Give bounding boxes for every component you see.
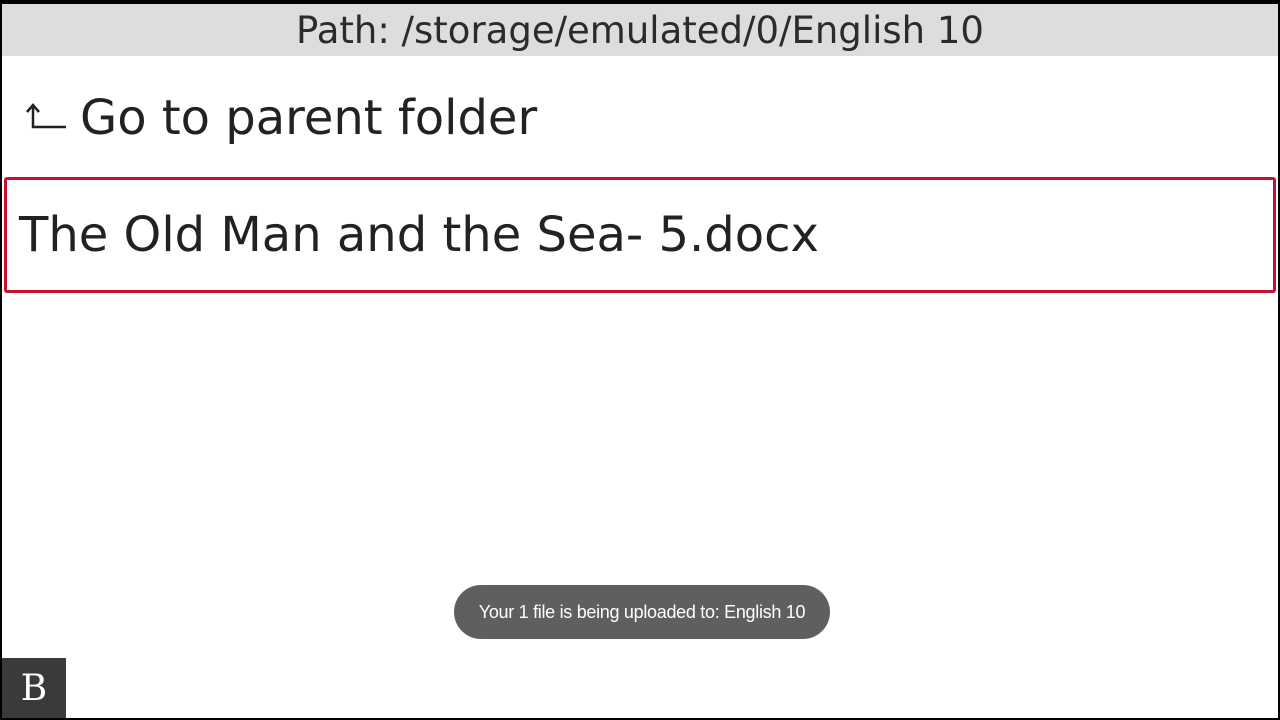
go-to-parent-folder-button[interactable]: Go to parent folder bbox=[2, 72, 1278, 164]
path-label: Path: /storage/emulated/0/English 10 bbox=[296, 8, 984, 52]
file-list-item[interactable]: The Old Man and the Sea- 5.docx bbox=[4, 177, 1276, 293]
parent-folder-label: Go to parent folder bbox=[80, 90, 538, 146]
badge-letter: B bbox=[20, 667, 48, 709]
toast-message: Your 1 file is being uploaded to: Englis… bbox=[478, 601, 806, 622]
file-picker-screen: Path: /storage/emulated/0/English 10 Go … bbox=[0, 0, 1280, 720]
upload-toast: Your 1 file is being uploaded to: Englis… bbox=[454, 585, 830, 639]
return-arrow-icon bbox=[24, 103, 68, 133]
file-name: The Old Man and the Sea- 5.docx bbox=[19, 207, 819, 263]
path-bar: Path: /storage/emulated/0/English 10 bbox=[2, 4, 1278, 56]
b-logo-badge: B bbox=[2, 658, 66, 718]
